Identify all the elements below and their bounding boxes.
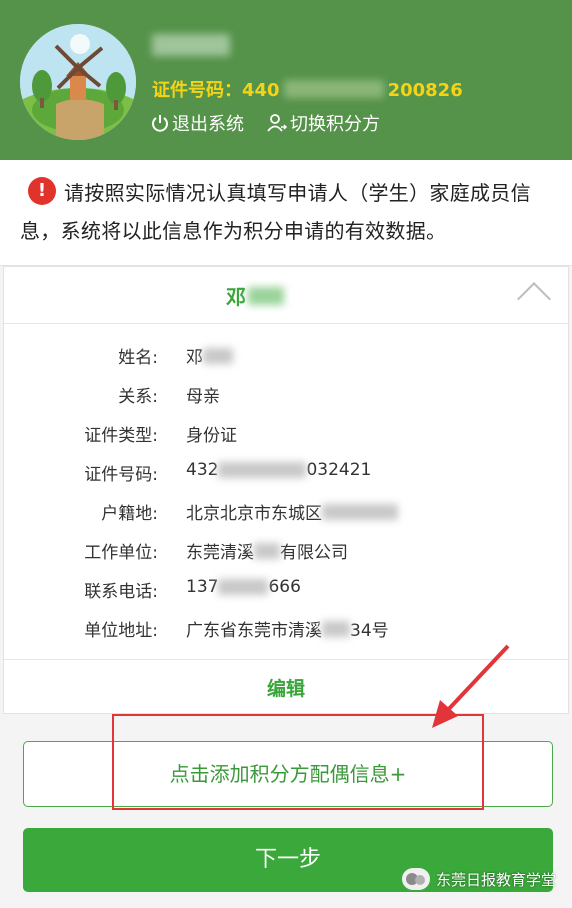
member-card-footer: 编辑 <box>4 659 568 715</box>
field-redacted <box>254 542 280 559</box>
field-value-end: 032421 <box>306 460 372 480</box>
field-value-text: 邓 <box>186 348 203 368</box>
field-row-relation: 关系: 母亲 <box>4 382 568 412</box>
field-value-end: 666 <box>268 577 301 597</box>
edit-button[interactable]: 编辑 <box>4 674 568 701</box>
member-name-title: 邓 <box>226 281 284 310</box>
header-bar: 证件号码：440 200826 退出系统 切换积分方 <box>0 0 572 160</box>
field-value: 邓 <box>186 343 233 368</box>
field-value-text: 广东省东莞市清溪 <box>186 621 322 641</box>
field-value-text: 137 <box>186 577 219 597</box>
field-redacted <box>322 620 350 637</box>
watermark-text: 东莞日报教育学堂 <box>435 870 556 889</box>
username-redacted <box>152 34 230 56</box>
field-value-end: 34号 <box>350 621 389 641</box>
header-actions: 退出系统 切换积分方 <box>150 110 380 136</box>
field-value: 东莞清溪 有限公司 <box>186 538 348 563</box>
windmill-landscape-icon <box>20 24 136 140</box>
field-row-phone: 联系电话: 137 666 <box>4 577 568 607</box>
user-switch-icon <box>267 114 288 132</box>
field-row-name: 姓名: 邓 <box>4 343 568 373</box>
field-row-hukou: 户籍地: 北京北京市东城区 <box>4 499 568 529</box>
field-row-id-number: 证件号码: 432 032421 <box>4 460 568 490</box>
avatar <box>20 24 136 140</box>
member-card-header[interactable]: 邓 <box>4 267 568 324</box>
field-row-id-type: 证件类型: 身份证 <box>4 421 568 451</box>
annotation-highlight-box <box>112 714 484 810</box>
switch-applicant-button[interactable]: 切换积分方 <box>266 110 380 136</box>
field-value: 432 032421 <box>186 460 371 480</box>
field-value-text: 432 <box>186 460 219 480</box>
field-label: 联系电话: <box>84 582 158 602</box>
switch-label: 切换积分方 <box>290 114 380 135</box>
notice-text: 请按照实际情况认真填写申请人（学生）家庭成员信息，系统将以此信息作为积分申请的有… <box>20 181 531 243</box>
field-redacted <box>218 579 269 595</box>
field-value-end: 有限公司 <box>280 543 348 563</box>
field-value: 北京北京市东城区 <box>186 499 398 524</box>
field-value: 137 666 <box>186 577 301 597</box>
member-name-redacted <box>248 286 284 305</box>
logout-label: 退出系统 <box>172 114 244 135</box>
field-row-employer: 工作单位: 东莞清溪 有限公司 <box>4 538 568 568</box>
id-prefix: 440 <box>242 80 280 101</box>
family-member-card: 邓 姓名: 邓 关系: 母亲 证件类型: 身份证 证件号码: 432 032421… <box>3 266 569 714</box>
member-name: 邓 <box>226 285 246 309</box>
field-label: 姓名: <box>118 348 158 368</box>
field-label: 证件号码: <box>84 465 158 485</box>
id-redacted <box>283 80 384 98</box>
field-value: 身份证 <box>186 426 237 446</box>
field-label: 关系: <box>118 387 158 407</box>
field-redacted <box>218 462 307 478</box>
field-value: 母亲 <box>186 387 220 407</box>
field-label: 证件类型: <box>84 426 158 446</box>
header-id-number: 证件号码：440 200826 <box>152 76 463 102</box>
field-label: 户籍地: <box>101 504 158 524</box>
wechat-icon <box>401 868 430 890</box>
field-value-text: 北京北京市东城区 <box>186 504 322 524</box>
logout-button[interactable]: 退出系统 <box>150 110 244 136</box>
watermark: 东莞日报教育学堂 <box>401 868 556 890</box>
field-redacted <box>322 503 398 520</box>
field-label: 工作单位: <box>84 543 158 563</box>
field-row-work-address: 单位地址: 广东省东莞市清溪 34号 <box>4 616 568 646</box>
id-label: 证件号码： <box>152 80 242 101</box>
field-redacted <box>203 347 233 364</box>
field-value-text: 东莞清溪 <box>186 543 254 563</box>
power-icon <box>152 115 168 132</box>
field-label: 单位地址: <box>84 621 158 641</box>
field-value: 广东省东莞市清溪 34号 <box>186 616 389 641</box>
chevron-up-icon[interactable] <box>517 282 551 316</box>
id-suffix: 200826 <box>387 80 463 101</box>
